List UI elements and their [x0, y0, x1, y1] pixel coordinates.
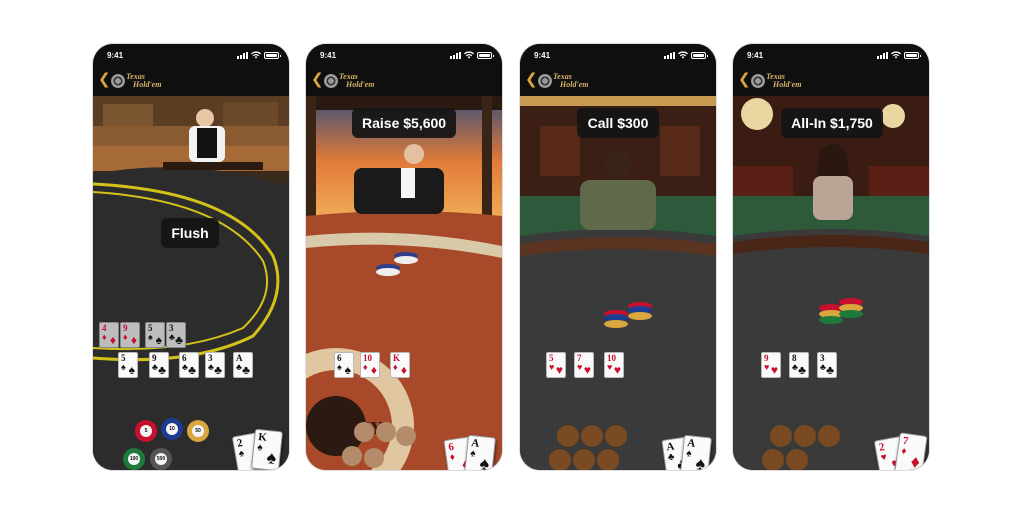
texas-holdem-logo[interactable]: Texas Hold'em [538, 72, 598, 92]
status-bar: 9:41 [306, 44, 502, 66]
community-card: 5 ♥ ♥ [546, 352, 566, 378]
community-card: 9 ♥ ♥ [761, 352, 781, 378]
table-background [93, 96, 289, 470]
cellular-signal-icon [877, 51, 888, 59]
cellular-signal-icon [664, 51, 675, 59]
community-card: 10 ♥ ♥ [604, 352, 624, 378]
status-time: 9:41 [747, 51, 764, 60]
texas-holdem-logo[interactable]: Texas Hold'em [751, 72, 811, 92]
community-card: 4 ♦ ♦ [99, 322, 119, 348]
bet-chip-100[interactable]: 100 [123, 448, 145, 470]
status-bar: 9:41 [733, 44, 929, 66]
game-table-scene: SKY Raise $5,600 6♠♠ 10♦♦ K♦♦ 6♦♦ A♠♠ [306, 96, 502, 470]
hole-card[interactable]: K ♠ ♠ [250, 428, 284, 470]
community-card: 5 ♠ ♠ [118, 352, 138, 378]
community-card: 8 ♣ ♣ [789, 352, 809, 378]
cellular-signal-icon [237, 51, 248, 59]
table-background [733, 96, 929, 470]
status-bar: 9:41 [520, 44, 716, 66]
wifi-icon [678, 51, 688, 59]
community-card: K ♦ ♦ [390, 352, 410, 378]
app-store-screenshots: 9:41 ❮ Texas Hold'em Flush 4 ♦ ♦ 9 ♦ ♦ 5… [0, 0, 1024, 512]
logo-text-holdem: Hold'em [773, 80, 802, 89]
community-card: 6 ♠ ♠ [334, 352, 354, 378]
back-chevron-icon[interactable]: ❮ [311, 72, 324, 87]
action-bubble: Call $300 [577, 108, 659, 138]
community-card: 9 ♦ ♦ [120, 322, 140, 348]
phone-screen-raise: 9:41 ❮ Texas Hold'em Raise $5,600 6 ♠ ♠ … [306, 44, 502, 470]
community-card: 3 ♣ ♣ [205, 352, 225, 378]
action-bubble: Raise $5,600 [352, 108, 456, 138]
community-card: 5 ♠ ♠ [145, 322, 165, 348]
battery-icon [264, 51, 281, 59]
poker-chip-logo-icon [751, 74, 765, 88]
game-table-scene: All-In $1,750 9♥♥ 8♣♣ 3♣♣ 2♥♥ 7♦♦ [733, 96, 929, 470]
nav-bar: ❮ Texas Hold'em [93, 66, 289, 96]
wifi-icon [251, 51, 261, 59]
hole-card[interactable]: A ♠ ♠ [463, 434, 497, 470]
wifi-icon [891, 51, 901, 59]
phone-screen-flush: 9:41 ❮ Texas Hold'em Flush 4 ♦ ♦ 9 ♦ ♦ 5… [93, 44, 289, 470]
community-card: 6 ♣ ♣ [179, 352, 199, 378]
community-card: A ♣ ♣ [233, 352, 253, 378]
back-chevron-icon[interactable]: ❮ [525, 72, 538, 87]
status-bar: 9:41 [93, 44, 289, 66]
hole-card[interactable]: A ♠ ♠ [679, 434, 713, 470]
community-card: 9 ♣ ♣ [149, 352, 169, 378]
back-chevron-icon[interactable]: ❮ [98, 72, 111, 87]
community-card: 3 ♣ ♣ [166, 322, 186, 348]
nav-bar: ❮ Texas Hold'em [733, 66, 929, 96]
wifi-icon [464, 51, 474, 59]
table-background: SKY [306, 96, 502, 470]
poker-chip-logo-icon [538, 74, 552, 88]
battery-icon [477, 51, 494, 59]
bet-chip-5[interactable]: 5 [135, 420, 157, 442]
cellular-signal-icon [450, 51, 461, 59]
action-bubble: All-In $1,750 [781, 108, 883, 138]
poker-chip-logo-icon [111, 74, 125, 88]
status-time: 9:41 [107, 51, 124, 60]
bet-chip-10[interactable]: 10 [161, 418, 183, 440]
texas-holdem-logo[interactable]: Texas Hold'em [111, 72, 171, 92]
logo-text-holdem: Hold'em [133, 80, 162, 89]
community-card: 10 ♦ ♦ [360, 352, 380, 378]
phone-screen-all-in: 9:41 ❮ Texas Hold'em All-In $1,750 9 ♥ ♥… [733, 44, 929, 470]
phone-screen-call: 9:41 ❮ Texas Hold'em Call $300 5 ♥ ♥ 7 ♥… [520, 44, 716, 470]
game-table-scene: Call $300 5♥♥ 7♥♥ 10♥♥ A♣♣ A♠♠ [520, 96, 716, 470]
logo-text-holdem: Hold'em [346, 80, 375, 89]
texas-holdem-logo[interactable]: Texas Hold'em [324, 72, 384, 92]
battery-icon [691, 51, 708, 59]
table-background [520, 96, 716, 470]
poker-chip-logo-icon [324, 74, 338, 88]
community-card: 3 ♣ ♣ [817, 352, 837, 378]
battery-icon [904, 51, 921, 59]
nav-bar: ❮ Texas Hold'em [306, 66, 502, 96]
back-chevron-icon[interactable]: ❮ [738, 72, 751, 87]
community-card: 7 ♥ ♥ [574, 352, 594, 378]
hole-card[interactable]: 7 ♦ ♦ [894, 432, 928, 470]
status-time: 9:41 [320, 51, 337, 60]
logo-text-holdem: Hold'em [560, 80, 589, 89]
bet-chip-50[interactable]: 50 [187, 420, 209, 442]
action-bubble: Flush [161, 218, 219, 248]
bet-chip-500[interactable]: 500 [150, 448, 172, 470]
status-time: 9:41 [534, 51, 551, 60]
game-table-scene: Flush 4 ♦ ♦ 9 ♦ ♦ 5 ♠ ♠ 3 ♣ ♣ 5 ♠ ♠ 9 ♣ ♣ 6 ♣ ♣ 3 ♣ ♣ A ♣… [93, 96, 289, 470]
nav-bar: ❮ Texas Hold'em [520, 66, 716, 96]
